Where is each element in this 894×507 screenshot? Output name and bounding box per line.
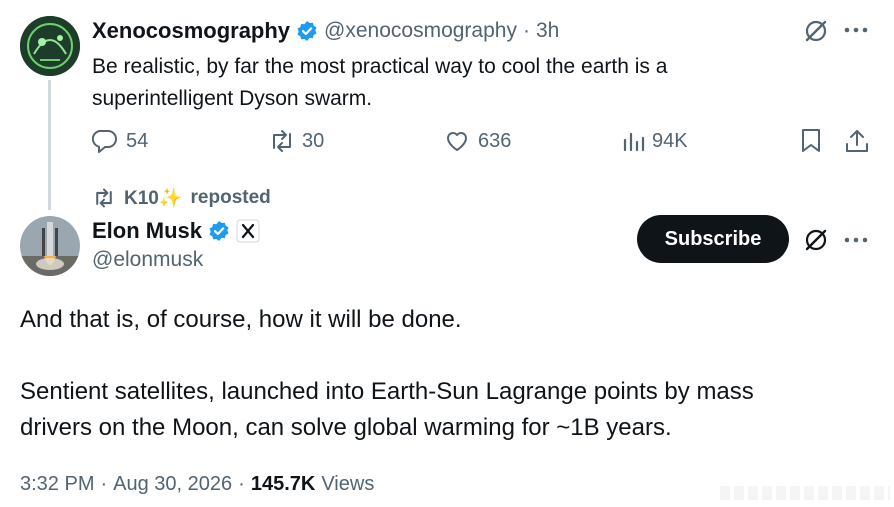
like-icon	[444, 128, 470, 154]
thread-line	[48, 80, 51, 210]
author-name[interactable]: Xenocosmography	[92, 18, 290, 44]
views-label: Views	[321, 473, 375, 495]
meta-separator: ·	[238, 473, 245, 495]
repost-button[interactable]: 30	[268, 128, 324, 154]
grok-icon[interactable]	[803, 18, 829, 44]
main-tweet-header: Elon Musk	[92, 216, 260, 246]
tweet-text-line: Sentient satellites, launched into Earth…	[20, 378, 754, 405]
tweet-header: Xenocosmography @xenocosmography · 3h	[92, 17, 559, 45]
reply-icon	[92, 128, 118, 154]
subscribe-button[interactable]: Subscribe	[637, 215, 789, 263]
x-logo-icon[interactable]	[236, 219, 260, 243]
header-separator: ·	[522, 19, 530, 42]
more-icon[interactable]	[843, 232, 869, 248]
tweet-text-line: Be realistic, by far the most practical …	[92, 55, 668, 78]
author-name[interactable]: Elon Musk	[92, 218, 202, 244]
share-icon[interactable]	[844, 128, 870, 154]
repost-action-label: reposted	[190, 187, 271, 208]
tweet-date[interactable]: Aug 30, 2026	[113, 473, 232, 496]
tweet-text-line: And that is, of course, how it will be d…	[20, 306, 462, 333]
more-icon[interactable]	[843, 22, 869, 38]
elonmusk-avatar[interactable]	[20, 216, 80, 276]
tweet-text-line: superintelligent Dyson swarm.	[92, 87, 373, 110]
verified-icon	[208, 220, 230, 242]
subscribe-label: Subscribe	[664, 227, 762, 250]
views-icon	[622, 128, 646, 154]
meta-separator: ·	[100, 473, 108, 495]
views-button[interactable]: 94K	[622, 128, 688, 154]
reply-count: 54	[126, 129, 149, 152]
like-count: 636	[478, 129, 512, 152]
tweet-text-line: drivers on the Moon, can solve global wa…	[20, 414, 672, 441]
reply-button[interactable]: 54	[92, 128, 148, 154]
reposter-name[interactable]: K10✨	[124, 186, 183, 210]
author-handle[interactable]: @xenocosmography	[324, 19, 517, 43]
repost-banner: K10✨ reposted	[92, 185, 271, 211]
like-button[interactable]: 636	[444, 128, 511, 154]
tweet-text: Be realistic, by far the most practical …	[92, 51, 667, 115]
verified-icon	[296, 20, 318, 42]
tweet-time[interactable]: 3:32 PM	[20, 473, 94, 496]
xenocosmography-avatar[interactable]	[20, 16, 80, 76]
bookmark-icon[interactable]	[800, 128, 822, 154]
author-handle[interactable]: @elonmusk	[92, 248, 203, 272]
watermark	[720, 486, 890, 500]
repost-count: 30	[302, 129, 325, 152]
grok-icon[interactable]	[803, 227, 829, 253]
views-count: 145.7K	[250, 473, 316, 495]
tweet-body: And that is, of course, how it will be d…	[20, 302, 754, 446]
tweet-meta: 3:32 PM · Aug 30, 2026 · 145.7K Views	[20, 473, 374, 496]
views-count: 94K	[652, 129, 688, 152]
repost-icon	[268, 128, 296, 154]
repost-icon	[92, 187, 116, 209]
tweet-time[interactable]: 3h	[536, 19, 559, 43]
